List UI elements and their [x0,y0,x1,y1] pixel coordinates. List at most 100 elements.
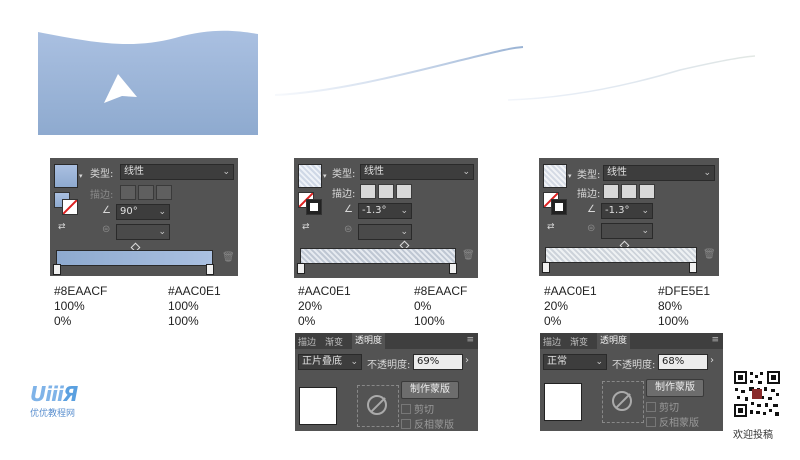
menu-icon[interactable]: ≡ [466,335,474,345]
wave-line-2 [507,55,756,101]
chevron-right-icon[interactable]: › [465,355,469,366]
angle-field[interactable]: 90° ⌄ [116,204,170,220]
stroke-gradient-button[interactable] [639,184,655,199]
stroke-label: 描边: [332,189,356,200]
gradient-stop-right[interactable] [689,262,697,273]
layer-thumbnail[interactable] [299,387,337,425]
panel-tabs: 描边 渐变 透明度 ≡ [540,333,723,349]
gradient-values-3b: #DFE5E1 80% 100% [658,284,711,328]
opacity-label: 不透明度: [612,360,656,371]
transparency-panel-1: 描边 渐变 透明度 ≡ 正片叠底 ⌄ 不透明度: 69% › 制作蒙版 剪切 反相… [295,333,478,431]
stroke-gradient-button[interactable] [120,185,136,200]
stroke-swatch[interactable] [551,199,567,215]
logo-brand: UiiiЯ [30,382,78,406]
gradient-values-1b: #AAC0E1 100% 100% [168,284,221,328]
gradient-slider[interactable] [56,250,213,266]
opacity-field[interactable]: 69% [413,354,463,370]
aspect-ratio-icon: ⊜ [102,224,111,235]
no-mask-icon [367,395,387,415]
stroke-none-icon[interactable] [62,199,78,215]
stroke-gradient-button[interactable] [621,184,637,199]
gradient-slider[interactable] [300,248,456,264]
stroke-label: 描边: [90,190,114,201]
stroke-gradient-button[interactable] [138,185,154,200]
gradient-slider[interactable] [545,247,697,263]
angle-icon: ∠ [344,204,353,215]
menu-icon[interactable]: ≡ [711,335,719,345]
stroke-gradient-button[interactable] [378,184,394,199]
aspect-ratio-icon: ⊜ [344,224,353,235]
wave-shape [38,30,258,135]
qr-caption: 欢迎投稿 [733,430,773,441]
site-logo: UiiiЯ 优优教程网 [30,382,78,419]
gradient-options-icon[interactable]: ⇄ [547,222,555,232]
gradient-values-3: #AAC0E1 20% 0% [544,284,597,328]
gradient-stop-left[interactable] [53,264,61,275]
gradient-options-icon[interactable]: ⇄ [302,222,310,232]
tab-gradient[interactable]: 渐变 [325,335,343,348]
chevron-down-icon[interactable]: ▾ [79,172,83,180]
chevron-down-icon[interactable]: ▾ [323,172,327,180]
logo-subtitle: 优优教程网 [30,409,76,419]
gradient-options-icon[interactable]: ⇄ [58,222,66,232]
gradient-swatch[interactable] [543,164,567,188]
trash-icon[interactable]: 🗑 [462,250,475,261]
chevron-down-icon[interactable]: ▾ [568,172,572,180]
stroke-swatch[interactable] [306,199,322,215]
tab-stroke[interactable]: 描边 [298,335,316,348]
mask-placeholder[interactable] [602,381,644,423]
stroke-gradient-button[interactable] [360,184,376,199]
blend-mode-dropdown[interactable]: 正常 ⌄ [543,354,607,370]
angle-icon: ∠ [102,205,111,216]
stroke-label: 描边: [577,189,601,200]
aspect-ratio-icon: ⊜ [587,223,596,234]
clip-checkbox: 剪切 [646,399,679,414]
invert-mask-checkbox: 反相蒙版 [401,416,454,431]
angle-field[interactable]: -1.3° ⌄ [358,203,412,219]
layer-thumbnail[interactable] [544,383,582,421]
gradient-stop-left[interactable] [297,263,305,274]
opacity-label: 不透明度: [367,360,411,371]
stroke-gradient-button[interactable] [156,185,172,200]
tab-stroke[interactable]: 描边 [543,335,561,348]
gradient-swatch[interactable] [298,164,322,188]
tab-gradient[interactable]: 渐变 [570,335,588,348]
stroke-gradient-button[interactable] [396,184,412,199]
qr-code[interactable] [733,370,781,418]
blend-mode-dropdown[interactable]: 正片叠底 ⌄ [298,354,362,370]
tab-transparency[interactable]: 透明度 [597,333,631,349]
chevron-right-icon[interactable]: › [710,355,714,366]
transparency-panel-2: 描边 渐变 透明度 ≡ 正常 ⌄ 不透明度: 68% › 制作蒙版 剪切 反相蒙版 [540,333,723,431]
tab-transparency[interactable]: 透明度 [352,333,386,349]
make-mask-button[interactable]: 制作蒙版 [646,379,704,397]
gradient-stop-right[interactable] [206,264,214,275]
gradient-panel-3: ▾ 类型: 线性 ⌄ 描边: ∠ -1.3° ⌄ ⇄ ⊜ ⌄ 🗑 [539,158,719,276]
trash-icon[interactable]: 🗑 [703,249,716,260]
angle-field[interactable]: -1.3° ⌄ [601,203,653,219]
gradient-values-2: #AAC0E1 20% 0% [298,284,351,328]
make-mask-button[interactable]: 制作蒙版 [401,381,459,399]
aspect-field: ⌄ [116,224,170,240]
gradient-stop-left[interactable] [542,262,550,273]
gradient-values-1: #8EAACF 100% 0% [54,284,108,328]
gradient-panel-1: ▾ 类型: 线性 ⌄ 描边: ∠ 90° ⌄ ⇄ ⊜ ⌄ 🗑 [50,158,238,276]
type-label: 类型: [577,170,601,181]
no-mask-icon [612,391,632,411]
aspect-field: ⌄ [601,223,653,239]
invert-mask-checkbox: 反相蒙版 [646,414,699,429]
gradient-swatch[interactable] [54,164,78,188]
opacity-field[interactable]: 68% [658,354,708,370]
type-dropdown[interactable]: 线性 ⌄ [360,164,474,180]
type-dropdown[interactable]: 线性 ⌄ [120,164,234,180]
gradient-stop-right[interactable] [449,263,457,274]
gradient-panel-2: ▾ 类型: 线性 ⌄ 描边: ∠ -1.3° ⌄ ⇄ ⊜ ⌄ 🗑 [294,158,478,278]
stroke-gradient-button[interactable] [603,184,619,199]
type-label: 类型: [332,169,356,180]
chevron-down-icon: ⌄ [222,167,230,177]
type-dropdown[interactable]: 线性 ⌄ [603,165,715,181]
gradient-values-2b: #8EAACF 0% 100% [414,284,468,328]
wave-artwork [38,30,756,135]
mask-placeholder[interactable] [357,385,399,427]
type-label: 类型: [90,169,114,180]
trash-icon[interactable]: 🗑 [222,252,235,263]
